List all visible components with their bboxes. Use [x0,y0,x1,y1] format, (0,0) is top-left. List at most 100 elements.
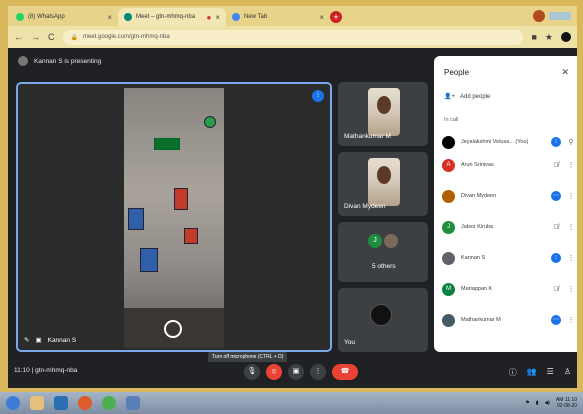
tab-whatsapp[interactable]: (8) WhatsApp × [10,8,118,26]
add-people-button[interactable]: 👤+ Add people [444,93,490,101]
pin-icon[interactable]: ✎ [24,336,29,344]
close-icon[interactable]: ✕ [561,67,569,78]
others-count: 5 others [372,263,396,270]
participant-name: Divan Mydeen [344,203,386,210]
close-icon[interactable]: × [215,13,220,22]
volume-icon[interactable]: ◀) [544,400,550,406]
clock[interactable]: AM 11:10 02-08-20 [556,397,577,409]
back-icon[interactable]: ← [14,32,23,42]
close-icon[interactable]: × [107,13,112,22]
list-item[interactable]: Jeyalakshmi Velusa... (You) ⁝ ⚲ [442,132,575,152]
list-item[interactable]: J Jabez Kiruba 🎙̸ ⋮ [442,217,575,237]
list-item[interactable]: M Mariappan K 🎙̸ ⋮ [442,279,575,299]
circuit-board [184,228,198,244]
self-label: You [344,339,355,346]
meeting-details: 11:10 | gtn-mhmq-nba [14,367,78,374]
leave-call-button[interactable]: ☎ [332,364,358,380]
presentation-tile[interactable]: ⁝ ✎ ▣ Kannan S [16,82,332,352]
avatar [442,135,455,149]
tab-new-tab[interactable]: New Tab × [226,8,330,26]
more-options-icon[interactable]: ⋮ [567,285,575,293]
section-header: In call [444,117,459,123]
chrome-icon[interactable] [102,396,116,410]
speaking-icon: ⋯ [551,315,561,325]
more-options-icon[interactable]: ⋮ [567,161,575,169]
chat-icon[interactable]: ☰ [547,367,554,378]
list-item[interactable]: A Arun Srinivas 🎙̸ ⋮ [442,155,575,175]
camera-off-button[interactable]: ⦸ [266,364,282,380]
more-options-icon[interactable]: ⋮ [567,316,575,324]
present-button[interactable]: ▣ [288,364,304,380]
browser-tab-strip: (8) WhatsApp × Meet – gtn-mhmq-nba ● × N… [8,6,577,26]
self-tile[interactable]: You [338,288,428,352]
network-icon[interactable]: ▮ [536,400,539,406]
tab-label: New Tab [244,14,268,20]
speaking-icon: ⁝ [551,137,561,147]
recording-icon: ● [206,12,212,22]
shared-screen [124,88,224,348]
avatar: J [442,220,455,234]
avatar [442,313,455,327]
participant-avatar [384,234,398,248]
address-bar-row: ← → C 🔒 meet.google.com/gtn-mhmq-nba ■ ★ [8,26,577,48]
microphone-button[interactable]: 🎙 [244,364,260,380]
add-person-icon: 👤+ [444,94,455,100]
person-name: Kannan S [461,255,486,261]
system-tray: ⚑ ▮ ◀) AM 11:10 02-08-20 [525,397,577,409]
presenting-banner: Kannan S is presenting [18,56,101,66]
main-tile-label: ✎ ▣ Kannan S [24,336,76,345]
mic-muted-icon: 🎙̸ [553,223,559,231]
circuit-board [174,188,188,210]
more-options-icon[interactable]: ⋮ [567,223,575,231]
present-icon: ▣ [35,337,42,344]
avatar [442,189,455,203]
more-options-icon[interactable]: ⋮ [567,192,575,200]
profile-avatar[interactable] [561,32,571,42]
firefox-icon[interactable] [78,396,92,410]
avatar [442,251,455,265]
forward-icon[interactable]: → [31,32,40,42]
info-icon[interactable]: ⓘ [509,367,517,378]
window-controls [533,10,571,22]
star-icon[interactable]: ★ [545,32,553,43]
person-name: Divan Mydeen [461,193,497,199]
person-name: Mariappan K [461,286,493,292]
flag-icon[interactable]: ⚑ [525,400,529,406]
speaking-icon: ⁝ [551,253,561,263]
list-item[interactable]: Kannan S ⁝ ⋮ [442,248,575,268]
participant-video [368,158,400,206]
taskbar: ⚑ ▮ ◀) AM 11:10 02-08-20 [0,392,583,414]
mic-muted-icon: 🎙̸ [553,161,559,169]
participant-tile[interactable]: Divan Mydeen [338,152,428,216]
pin-icon[interactable]: ⚲ [567,138,575,146]
list-item[interactable]: Mathankumar M ⋯ ⋮ [442,310,575,330]
window-buttons[interactable] [549,12,571,20]
app-icon[interactable] [126,396,140,410]
profile-icon[interactable] [533,10,545,22]
circuit-board [140,248,158,272]
close-icon[interactable]: × [319,13,324,22]
more-options-icon[interactable]: ⋮ [567,254,575,262]
camera-icon[interactable]: ■ [531,32,536,42]
list-item[interactable]: Divan Mydeen ⋯ ⋮ [442,186,575,206]
presenting-label: Kannan S is presenting [34,57,102,65]
current-time: 11:10 [14,367,30,374]
lcd-module [154,138,180,150]
whatsapp-icon [16,13,24,21]
activities-icon[interactable]: ♙ [564,367,571,378]
url-field[interactable]: 🔒 meet.google.com/gtn-mhmq-nba [62,29,524,45]
shutter-icon [164,320,182,338]
others-tile[interactable]: J 5 others [338,222,428,282]
explorer-icon[interactable] [30,396,44,410]
new-tab-button[interactable]: + [330,11,342,23]
tab-meet[interactable]: Meet – gtn-mhmq-nba ● × [118,8,226,26]
tab-label: (8) WhatsApp [28,14,65,20]
people-icon[interactable]: 👥 [527,367,537,378]
avatar: A [442,158,455,172]
start-icon[interactable] [6,396,20,410]
participant-tile[interactable]: Mathankumar M [338,82,428,146]
people-panel: People ✕ 👤+ Add people In call Jeyalaksh… [434,56,577,352]
more-options-button[interactable]: ⋮ [310,364,326,380]
reload-icon[interactable]: C [48,32,55,42]
media-player-icon[interactable] [54,396,68,410]
